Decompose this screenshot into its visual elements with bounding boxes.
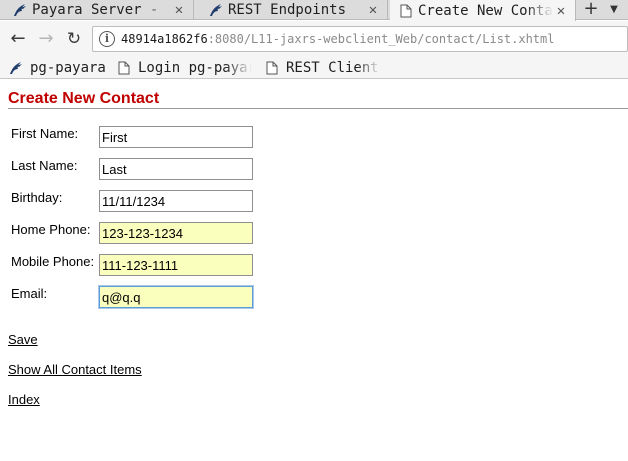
first-name-label: First Name:	[11, 126, 79, 141]
tab-payara-server[interactable]: Payara Server - ✕	[0, 0, 194, 20]
tab-list-menu-button[interactable]: ▼	[604, 0, 624, 20]
payara-fish-icon	[12, 2, 28, 18]
back-button[interactable]: ←	[8, 29, 28, 49]
birthday-row: Birthday:	[8, 188, 268, 214]
birthday-label: Birthday:	[11, 190, 63, 205]
home-phone-label: Home Phone:	[11, 222, 91, 237]
title-divider	[8, 108, 628, 109]
mobile-phone-label: Mobile Phone:	[11, 254, 95, 269]
home-phone-field[interactable]	[99, 222, 253, 244]
site-info-icon[interactable]: i	[99, 31, 115, 47]
first-name-field[interactable]	[99, 126, 253, 148]
save-link[interactable]: Save	[8, 332, 38, 347]
bookmark-pg-payara[interactable]: pg-payara	[8, 59, 108, 77]
page-title: Create New Contact	[8, 90, 160, 107]
last-name-field[interactable]	[99, 158, 253, 180]
mobile-phone-row: Mobile Phone:	[8, 252, 268, 278]
show-all-contacts-link[interactable]: Show All Contact Items	[8, 362, 142, 377]
payara-fish-icon	[208, 2, 224, 18]
first-name-row: First Name:	[8, 124, 268, 150]
close-icon[interactable]: ✕	[365, 2, 381, 18]
index-link[interactable]: Index	[8, 392, 40, 407]
tab-create-new-contact[interactable]: Create New Contac ✕	[390, 0, 576, 21]
new-tab-button[interactable]: +	[581, 0, 601, 20]
bookmarks-bar: pg-payara Login pg-payara REST Client Fo…	[0, 57, 628, 79]
close-icon[interactable]: ✕	[171, 2, 187, 18]
home-phone-row: Home Phone:	[8, 220, 268, 246]
address-bar[interactable]: i 48914a1862f6:8080/L11-jaxrs-webclient_…	[92, 26, 628, 52]
browser-tab-strip: Payara Server - ✕ REST Endpoints ✕ Creat…	[0, 0, 628, 21]
email-row: Email:	[8, 284, 268, 310]
close-icon[interactable]: ✕	[553, 3, 569, 19]
bookmark-label: pg-payara	[30, 60, 106, 76]
last-name-label: Last Name:	[11, 158, 78, 173]
reload-button[interactable]: ↻	[64, 29, 84, 49]
bookmark-label: Login pg-payara	[138, 60, 252, 76]
payara-fish-icon	[8, 60, 24, 76]
tab-label: REST Endpoints	[228, 2, 347, 18]
url-path: :8080/L11-jaxrs-webclient_Web/contact/Li…	[207, 32, 555, 46]
page-icon	[398, 3, 414, 19]
tab-label: Create New Contac	[418, 2, 553, 19]
browser-nav-bar: ← → ↻ i 48914a1862f6:8080/L11-jaxrs-webc…	[0, 21, 628, 57]
email-field[interactable]	[99, 286, 253, 308]
tab-label: Payara Server -	[32, 2, 159, 18]
last-name-row: Last Name:	[8, 156, 268, 182]
url-host: 48914a1862f6	[121, 32, 208, 46]
url-text: 48914a1862f6:8080/L11-jaxrs-webclient_We…	[121, 32, 554, 46]
bookmark-rest-client[interactable]: REST Client For	[264, 59, 380, 77]
email-label: Email:	[11, 286, 48, 301]
page-icon	[116, 60, 132, 76]
bookmark-label: REST Client For	[286, 60, 380, 76]
bookmark-login-pg-payara[interactable]: Login pg-payara	[116, 59, 252, 77]
page-icon	[264, 60, 280, 76]
birthday-field[interactable]	[99, 190, 253, 212]
forward-button[interactable]: →	[36, 29, 56, 49]
mobile-phone-field[interactable]	[99, 254, 253, 276]
tab-rest-endpoints[interactable]: REST Endpoints ✕	[196, 0, 388, 20]
